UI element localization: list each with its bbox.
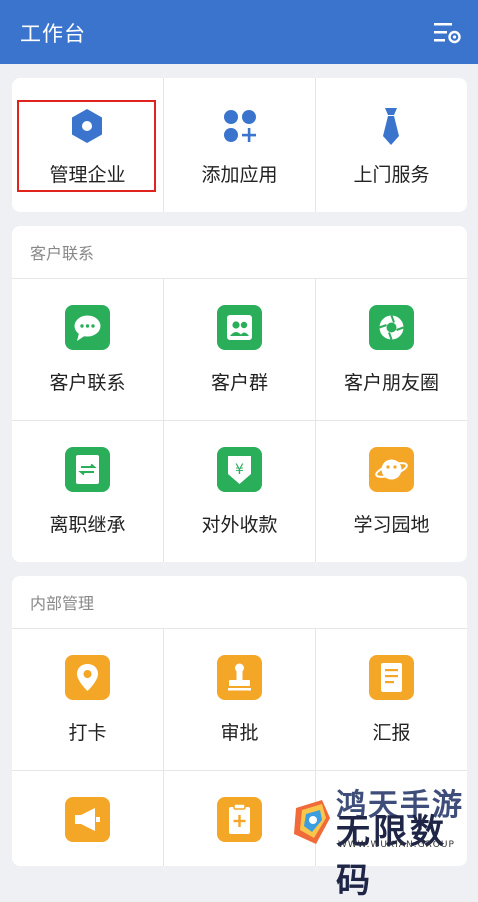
- item-label: 对外收款: [201, 514, 278, 536]
- item-label: 客户朋友圈: [343, 372, 439, 394]
- customer-moments-item[interactable]: 客户朋友圈: [316, 279, 467, 420]
- resignation-inherit-item[interactable]: 离职继承: [12, 421, 163, 562]
- chat-bubble-icon: [65, 305, 110, 350]
- add-app-button[interactable]: 添加应用: [164, 78, 315, 212]
- highlight-box: [17, 100, 156, 192]
- aperture-icon: [369, 305, 414, 350]
- check-in-item[interactable]: 打卡: [12, 629, 163, 770]
- customer-contact-item[interactable]: 客户联系: [12, 279, 163, 420]
- item-label: 打卡: [68, 722, 107, 744]
- announcement-item[interactable]: [12, 771, 163, 866]
- item-label: 客户联系: [49, 372, 126, 394]
- item-label: 学习园地: [353, 514, 430, 536]
- external-payment-item[interactable]: ¥ 对外收款: [164, 421, 315, 562]
- add-app-label: 添加应用: [201, 164, 278, 186]
- section-title: 内部管理: [30, 594, 95, 613]
- top-bar: 工作台: [0, 0, 478, 64]
- watermark-logo: 鸿天手游 无限数码 WWW.WUXIAN.GROUP: [292, 782, 472, 901]
- location-pin-icon: [65, 655, 110, 700]
- item-label: 审批: [220, 722, 259, 744]
- svg-text:¥: ¥: [235, 462, 244, 478]
- necktie-icon: [383, 108, 399, 145]
- item-label: 汇报: [372, 722, 411, 744]
- clipboard-plus-icon: [217, 797, 262, 842]
- logo-icon: [294, 800, 330, 844]
- page-title: 工作台: [20, 22, 86, 46]
- transfer-document-icon: [65, 447, 110, 492]
- item-label: 离职继承: [49, 514, 126, 536]
- watermark-sub-text: WWW.WUXIAN.GROUP: [338, 840, 455, 850]
- group-icon: [217, 305, 262, 350]
- customer-group-item[interactable]: 客户群: [164, 279, 315, 420]
- watermark-main-text: 无限数码: [336, 812, 447, 901]
- section-title: 客户联系: [30, 244, 95, 263]
- report-item[interactable]: 汇报: [316, 629, 467, 770]
- report-document-icon: [369, 655, 414, 700]
- onsite-service-button[interactable]: 上门服务: [316, 78, 467, 212]
- onsite-service-label: 上门服务: [353, 164, 430, 186]
- learning-garden-item[interactable]: 学习园地: [316, 421, 467, 562]
- megaphone-icon: [65, 797, 110, 842]
- yuan-shield-icon: ¥: [217, 447, 262, 492]
- stamp-icon: [217, 655, 262, 700]
- planet-icon: [369, 447, 414, 492]
- apps-add-icon: [224, 110, 256, 142]
- list-settings-icon[interactable]: [434, 20, 462, 46]
- approval-item[interactable]: 审批: [164, 629, 315, 770]
- item-label: 客户群: [210, 372, 268, 394]
- customer-contact-section: 客户联系 客户联系 客户群 客户朋友圈 离职继承 ¥ 对外收款 学习园地: [12, 226, 467, 562]
